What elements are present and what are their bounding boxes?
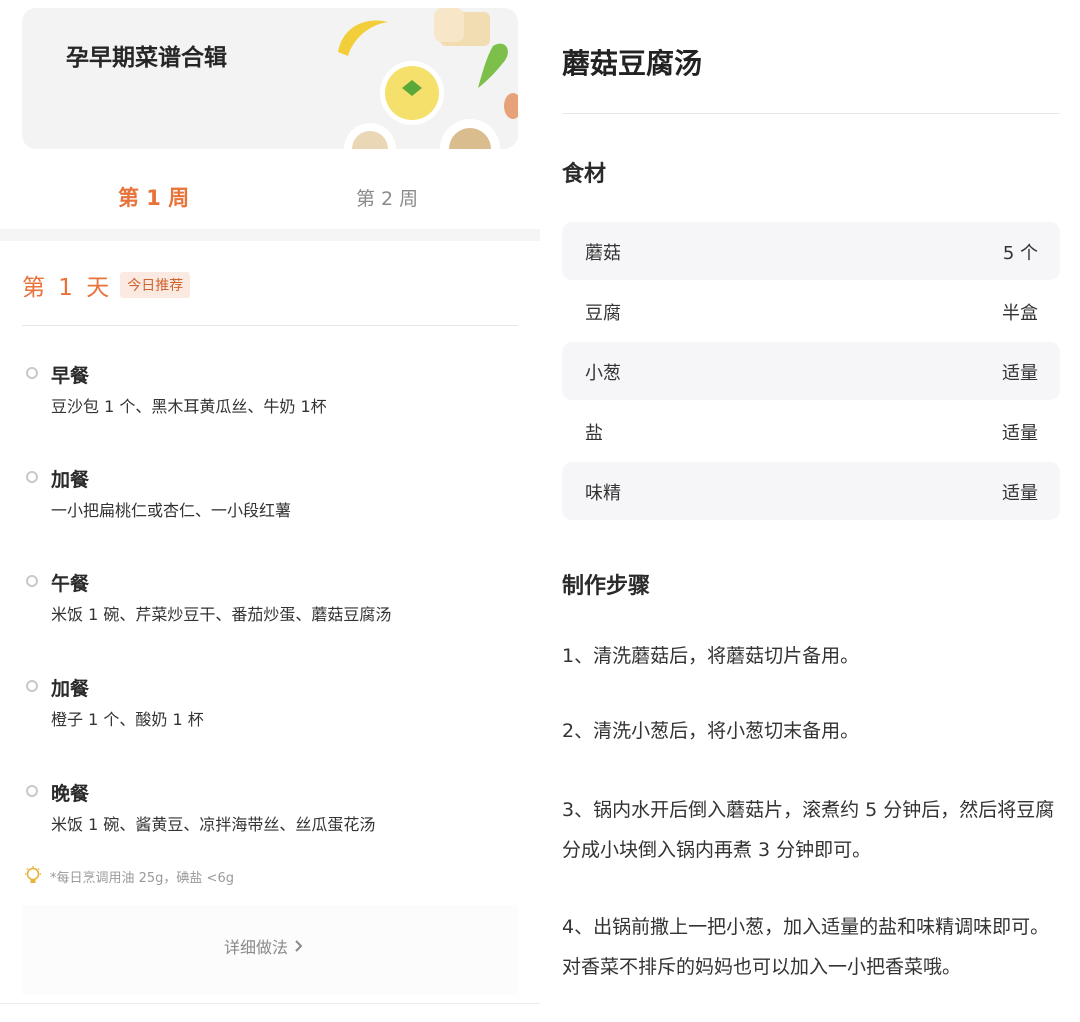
meal-desc: 豆沙包 1 个、黑木耳黄瓜丝、牛奶 1杯 <box>51 397 327 416</box>
step-text: 2、清洗小葱后，将小葱切末备用。 <box>562 720 860 742</box>
day-header: 第 1 天 今日推荐 <box>22 268 191 302</box>
banner-title: 孕早期菜谱合辑 <box>66 45 227 71</box>
meal-desc: 一小把扁桃仁或杏仁、一小段红薯 <box>51 501 292 520</box>
ingredient-name: 蘑菇 <box>585 243 621 264</box>
ingredients-heading: 食材 <box>562 162 607 187</box>
step-text: 4、出锅前撒上一把小葱，加入适量的盐和味精调味即可。对香菜不排斥的妈妈也可以加入… <box>562 916 1050 978</box>
detail-link-label: 详细做法 <box>224 938 289 957</box>
ingredient-row: 蘑菇 5 个 <box>562 222 1060 280</box>
ingredient-qty: 适量 <box>1002 483 1038 504</box>
ingredient-qty: 5 个 <box>1002 243 1038 264</box>
ingredients-table: 蘑菇 5 个 豆腐 半盒 小葱 适量 盐 适量 味精 适量 <box>562 222 1060 522</box>
meal-name: 午餐 <box>51 573 90 595</box>
ingredient-name: 盐 <box>585 423 603 444</box>
meal-name: 加餐 <box>51 678 90 700</box>
daily-note: *每日烹调用油 25g，碘盐 <6g <box>24 866 234 886</box>
ingredient-qty: 半盒 <box>1002 303 1038 324</box>
bottom-divider <box>0 1003 540 1004</box>
steps-heading: 制作步骤 <box>562 574 651 599</box>
tab-week-2[interactable]: 第 2 周 <box>356 184 418 211</box>
meal-plan-panel: 孕早期菜谱合辑 第 1 周 第 2 周 第 1 天 今日推荐 早餐 豆沙包 1 … <box>0 0 540 1022</box>
week-tabs: 第 1 周 第 2 周 <box>0 170 540 228</box>
meal-desc: 米饭 1 碗、酱黄豆、凉拌海带丝、丝瓜蛋花汤 <box>51 815 376 834</box>
recipe-title: 蘑菇豆腐汤 <box>562 47 703 80</box>
recipe-collection-banner[interactable]: 孕早期菜谱合辑 <box>22 8 518 149</box>
title-divider <box>562 113 1060 114</box>
meal-name: 早餐 <box>51 365 90 387</box>
ingredient-row: 盐 适量 <box>562 402 1060 460</box>
day-label: 第 1 天 <box>22 275 113 301</box>
section-separator <box>0 229 540 241</box>
page: 孕早期菜谱合辑 第 1 周 第 2 周 第 1 天 今日推荐 早餐 豆沙包 1 … <box>0 0 1080 1022</box>
meal-desc: 橙子 1 个、酸奶 1 杯 <box>51 710 204 729</box>
ingredient-qty: 适量 <box>1002 363 1038 384</box>
note-text: *每日烹调用油 25g，碘盐 <6g <box>50 870 234 886</box>
meal-name: 晚餐 <box>51 783 90 805</box>
bullet-icon <box>26 471 38 483</box>
lightbulb-icon <box>25 866 41 883</box>
food-illustration <box>338 8 518 149</box>
ingredient-name: 味精 <box>585 483 621 504</box>
step-text: 1、清洗蘑菇后，将蘑菇切片备用。 <box>562 645 860 667</box>
bullet-icon <box>26 785 38 797</box>
day-divider <box>22 325 518 326</box>
chevron-right-icon <box>295 940 303 952</box>
today-recommend-badge: 今日推荐 <box>120 272 191 298</box>
ingredient-row: 小葱 适量 <box>562 342 1060 400</box>
tab-week-1[interactable]: 第 1 周 <box>118 182 189 212</box>
ingredient-qty: 适量 <box>1002 423 1038 444</box>
ingredient-row: 味精 适量 <box>562 462 1060 520</box>
ingredient-name: 豆腐 <box>585 303 621 324</box>
ingredient-row: 豆腐 半盒 <box>562 282 1060 340</box>
recipe-panel: 蘑菇豆腐汤 食材 蘑菇 5 个 豆腐 半盒 小葱 适量 盐 适量 味精 适量 制… <box>540 0 1080 1022</box>
detail-link[interactable]: 详细做法 <box>224 934 305 958</box>
bullet-icon <box>26 680 38 692</box>
bullet-icon <box>26 575 38 587</box>
meal-name: 加餐 <box>51 469 90 491</box>
meal-desc: 米饭 1 碗、芹菜炒豆干、番茄炒蛋、蘑菇豆腐汤 <box>51 605 392 624</box>
bullet-icon <box>26 367 38 379</box>
ingredient-name: 小葱 <box>585 363 621 384</box>
step-text: 3、锅内水开后倒入蘑菇片，滚煮约 5 分钟后，然后将豆腐分成小块倒入锅内再煮 3… <box>562 799 1055 861</box>
